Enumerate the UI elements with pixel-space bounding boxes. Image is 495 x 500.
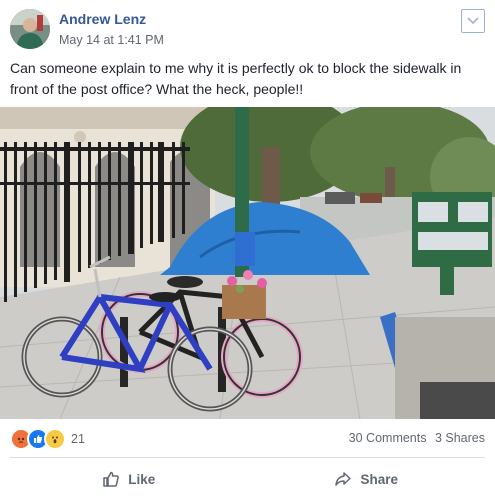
wow-icon <box>44 428 66 450</box>
reaction-count[interactable]: 21 <box>71 432 85 446</box>
author-name[interactable]: Andrew Lenz <box>59 11 146 27</box>
post-photo[interactable] <box>0 107 495 419</box>
post-timestamp[interactable]: May 14 at 1:41 PM <box>59 33 164 47</box>
like-button[interactable]: Like <box>10 462 248 496</box>
actions-divider <box>10 457 485 458</box>
post-options-button[interactable] <box>461 9 485 33</box>
action-bar: Like Share <box>10 462 485 496</box>
avatar[interactable] <box>10 9 50 49</box>
share-button[interactable]: Share <box>248 462 486 496</box>
like-label: Like <box>128 471 156 487</box>
post-text: Can someone explain to me why it is perf… <box>10 60 462 97</box>
chevron-down-icon <box>467 17 479 25</box>
shares-count[interactable]: 3 Shares <box>435 431 485 445</box>
post-header: Andrew Lenz May 14 at 1:41 PM <box>10 9 485 51</box>
thumbs-up-icon <box>103 471 120 487</box>
facebook-post: Andrew Lenz May 14 at 1:41 PM Can someon… <box>0 0 495 500</box>
post-stats: 21 30 Comments 3 Shares <box>10 428 485 450</box>
comments-count[interactable]: 30 Comments <box>349 431 427 445</box>
reactions-summary[interactable]: 21 <box>10 428 85 450</box>
share-label: Share <box>360 471 399 487</box>
share-arrow-icon <box>335 472 352 486</box>
